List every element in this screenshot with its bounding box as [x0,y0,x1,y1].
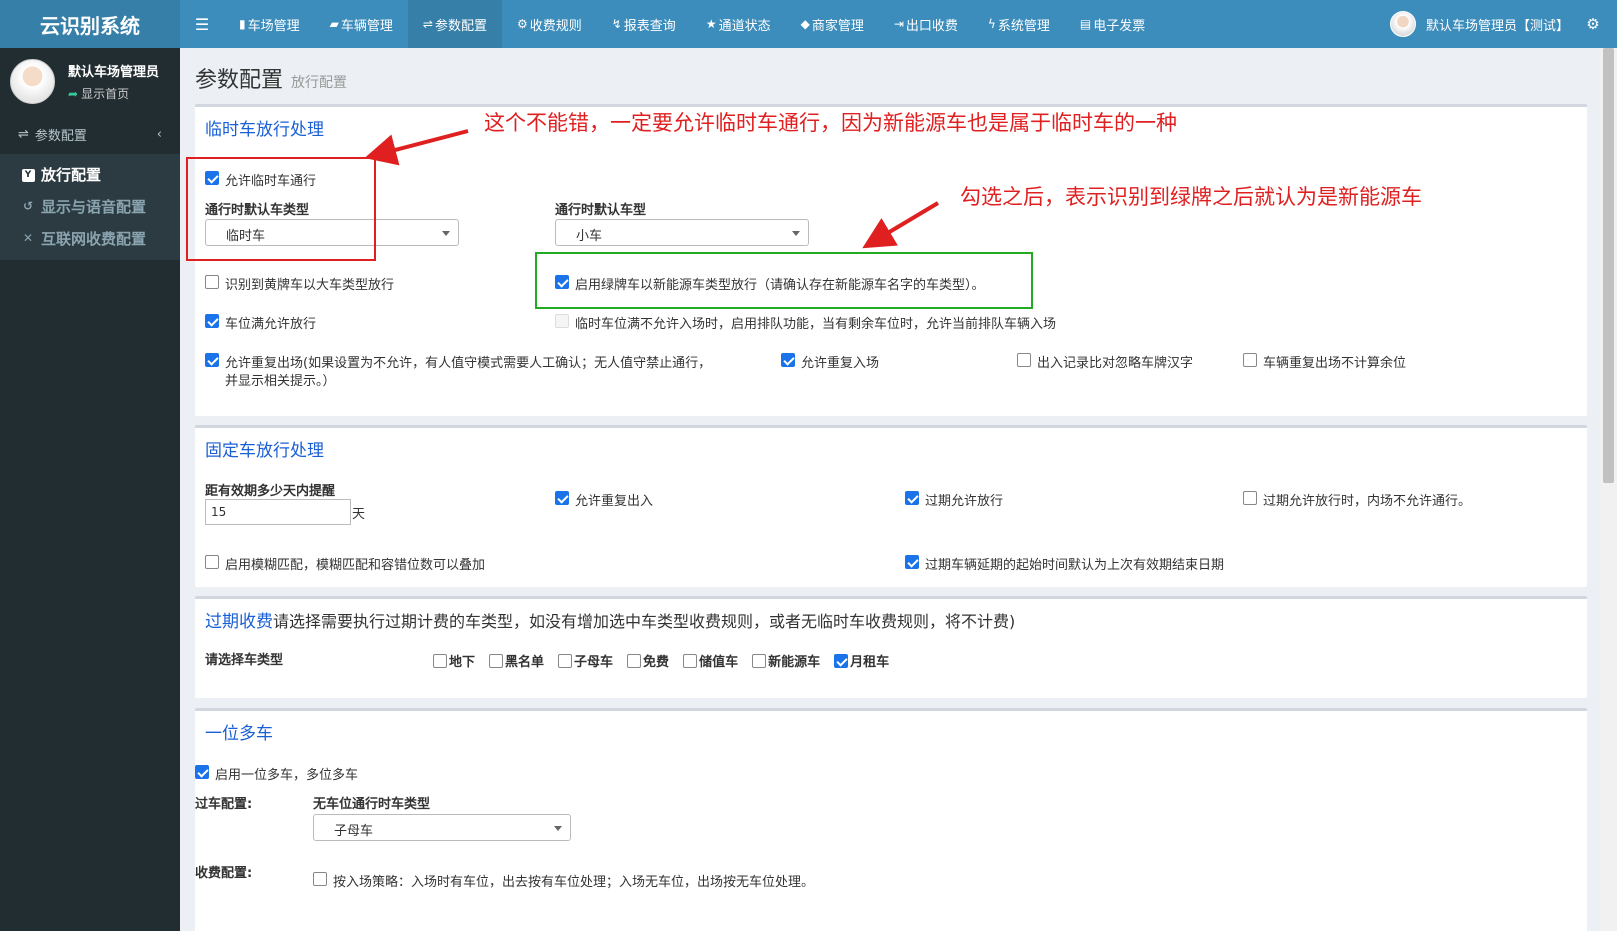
arrow-to-green-plate [862,201,940,249]
arrow-to-allow-temp [364,129,469,166]
scrollbar-thumb[interactable] [1603,48,1614,483]
annotation-arrows [364,129,940,249]
vertical-scrollbar[interactable] [1600,48,1617,931]
